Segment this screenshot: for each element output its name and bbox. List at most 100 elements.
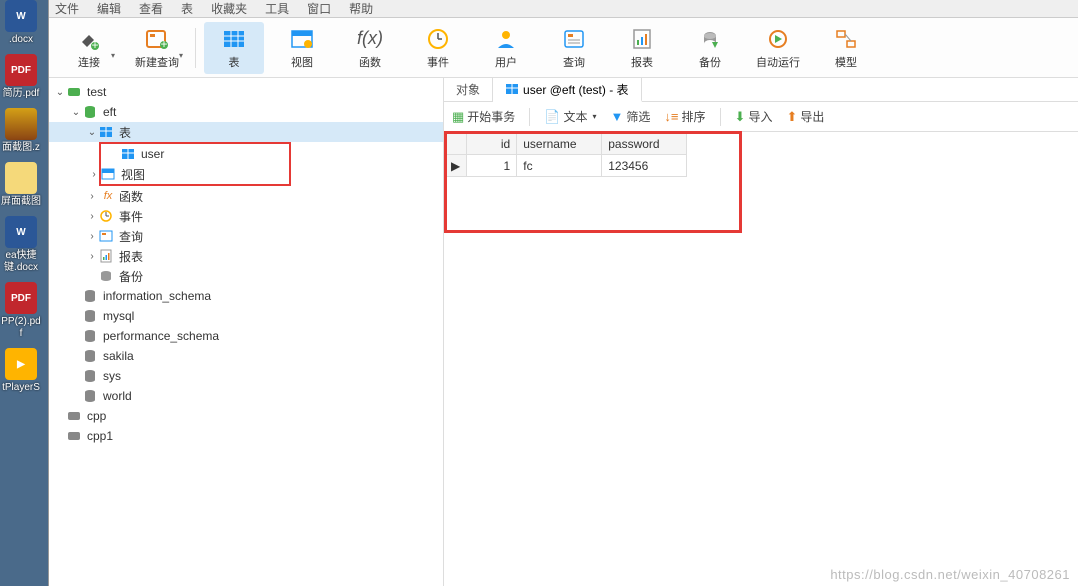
menu-favorites[interactable]: 收藏夹 — [211, 0, 247, 17]
export-icon: ⬆ — [786, 109, 797, 125]
tree-connection[interactable]: cpp1 — [49, 426, 443, 446]
menu-table[interactable]: 表 — [181, 0, 193, 17]
menu-help[interactable]: 帮助 — [349, 0, 373, 17]
table-row[interactable]: ▶ 1 fc 123456 — [445, 155, 687, 177]
tree-database[interactable]: sys — [49, 366, 443, 386]
tab-objects[interactable]: 对象 — [444, 78, 493, 101]
toolbar-new-query[interactable]: + 新建查询▾ — [127, 22, 187, 74]
tree-database[interactable]: information_schema — [49, 286, 443, 306]
query2-icon — [562, 28, 586, 50]
tree-database[interactable]: performance_schema — [49, 326, 443, 346]
database-icon — [83, 289, 97, 303]
toolbar-event[interactable]: 事件 — [408, 22, 468, 74]
table-icon — [505, 82, 519, 96]
clock-icon — [426, 28, 450, 50]
desktop-file[interactable]: W.docx — [0, 0, 42, 46]
transaction-icon: ▦ — [452, 109, 464, 125]
model-icon — [834, 28, 858, 50]
tree-functions-node[interactable]: ›fx函数 — [49, 186, 443, 206]
tree-table-user[interactable]: user — [101, 144, 289, 164]
column-header[interactable]: username — [517, 133, 602, 155]
tree-connection[interactable]: ⌄test — [49, 82, 443, 102]
table-icon — [121, 147, 135, 161]
row-indicator-icon: ▶ — [445, 155, 467, 177]
view-icon — [101, 167, 115, 181]
menu-window[interactable]: 窗口 — [307, 0, 331, 17]
column-header[interactable]: password — [602, 133, 687, 155]
auto-icon — [766, 28, 790, 50]
table-icon — [222, 28, 246, 50]
row-selector-header — [445, 133, 467, 155]
tree-queries-node[interactable]: ›查询 — [49, 226, 443, 246]
menu-edit[interactable]: 编辑 — [97, 0, 121, 17]
tab-table-data[interactable]: user @eft (test) - 表 — [493, 78, 642, 102]
cell[interactable]: 123456 — [602, 155, 687, 177]
clock-icon — [99, 209, 113, 223]
menu-view[interactable]: 查看 — [139, 0, 163, 17]
toolbar-query[interactable]: 查询 — [544, 22, 604, 74]
tree-database[interactable]: mysql — [49, 306, 443, 326]
toolbar-function[interactable]: f(x) 函数 — [340, 22, 400, 74]
database-icon — [83, 369, 97, 383]
tree-connection[interactable]: cpp — [49, 406, 443, 426]
grid-header-row: id username password — [445, 133, 687, 155]
database-icon — [83, 389, 97, 403]
navicat-app: 文件 编辑 查看 表 收藏夹 工具 窗口 帮助 + 连接▾ + 新建查询▾ 表 … — [48, 0, 1078, 586]
backup-icon — [698, 28, 722, 50]
filter-button[interactable]: ▼筛选 — [611, 108, 651, 125]
import-button[interactable]: ⬇导入 — [735, 108, 773, 125]
report-icon — [630, 28, 654, 50]
connection-icon — [67, 409, 81, 423]
database-icon — [83, 329, 97, 343]
svg-text:+: + — [160, 37, 167, 50]
toolbar-user[interactable]: 用户 — [476, 22, 536, 74]
tree-backups-node[interactable]: 备份 — [49, 266, 443, 286]
fx-icon: f(x) — [340, 26, 400, 52]
desktop-file[interactable]: PDFPP(2).pdf — [0, 282, 42, 340]
main-panel: 对象 user @eft (test) - 表 ▦开始事务 📄文本▾ ▼筛选 ↓… — [444, 78, 1078, 586]
toolbar-table[interactable]: 表 — [204, 22, 264, 74]
sort-button[interactable]: ↓≡排序 — [664, 108, 705, 125]
tree-events-node[interactable]: ›事件 — [49, 206, 443, 226]
tree-database[interactable]: sakila — [49, 346, 443, 366]
cell[interactable]: 1 — [467, 155, 517, 177]
toolbar-autorun[interactable]: 自动运行 — [748, 22, 808, 74]
fx-icon: fx — [99, 190, 117, 202]
toolbar-connection[interactable]: + 连接▾ — [59, 22, 119, 74]
sort-icon: ↓≡ — [664, 109, 678, 124]
backup-icon — [99, 269, 113, 283]
desktop-file[interactable]: PDF简历.pdf — [0, 54, 42, 100]
database-icon — [83, 105, 97, 119]
content-tabs: 对象 user @eft (test) - 表 — [444, 78, 1078, 102]
tree-reports-node[interactable]: ›报表 — [49, 246, 443, 266]
tree-database[interactable]: ⌄eft — [49, 102, 443, 122]
toolbar-model[interactable]: 模型 — [816, 22, 876, 74]
menu-tools[interactable]: 工具 — [265, 0, 289, 17]
filter-icon: ▼ — [611, 109, 624, 124]
column-header[interactable]: id — [467, 133, 517, 155]
menu-bar: 文件 编辑 查看 表 收藏夹 工具 窗口 帮助 — [49, 0, 1078, 18]
database-icon — [83, 349, 97, 363]
menu-file[interactable]: 文件 — [55, 0, 79, 17]
report-icon — [99, 249, 113, 263]
toolbar-backup[interactable]: 备份 — [680, 22, 740, 74]
connection-tree: ⌄test ⌄eft ⌄表 user ›视图 ›fx函数 — [49, 78, 444, 586]
export-button[interactable]: ⬆导出 — [786, 108, 824, 125]
toolbar-view[interactable]: 视图 — [272, 22, 332, 74]
text-icon: 📄 — [544, 109, 560, 125]
toolbar-report[interactable]: 报表 — [612, 22, 672, 74]
desktop-file[interactable]: ▶tPlayerS — [0, 348, 42, 394]
desktop-file[interactable]: 面截图.z — [0, 108, 42, 154]
tree-database[interactable]: world — [49, 386, 443, 406]
desktop-file[interactable]: 屏面截图 — [0, 162, 42, 208]
cell[interactable]: fc — [517, 155, 602, 177]
text-view-button[interactable]: 📄文本▾ — [544, 108, 596, 125]
connection-icon — [67, 429, 81, 443]
connection-icon — [67, 85, 81, 99]
desktop-file[interactable]: Wea快捷键.docx — [0, 216, 42, 274]
tree-tables-node[interactable]: ⌄表 — [49, 122, 443, 142]
view-icon — [290, 28, 314, 50]
begin-transaction-button[interactable]: ▦开始事务 — [452, 108, 515, 125]
tree-views-node[interactable]: ›视图 — [87, 164, 289, 184]
data-toolbar: ▦开始事务 📄文本▾ ▼筛选 ↓≡排序 ⬇导入 ⬆导出 — [444, 102, 1078, 132]
